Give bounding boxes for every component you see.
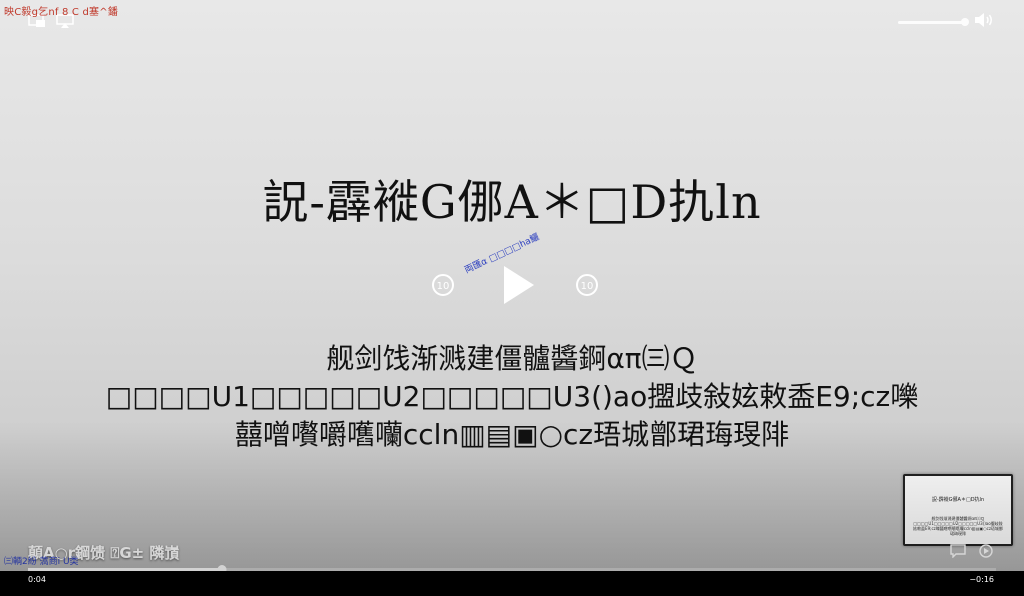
thumbnail-body: 舰剑饯渐溅建僵髗醬錒απ㈢Ｑ□□□□U1□□□□□U2□□□□□U3()ao擝歧… (913, 516, 1003, 536)
overlay-text-bottom-left: ㈢輌2紛 薃商i U类 (4, 557, 79, 567)
time-elapsed: 0:04 (28, 575, 46, 584)
skip-back-10-icon[interactable]: 10 (430, 272, 456, 298)
volume-icon[interactable] (974, 12, 994, 32)
thumbnail-title: 詋-霹褷G㑚A＊□D扏ln (931, 497, 985, 503)
volume-slider[interactable] (898, 17, 969, 26)
progress-bar[interactable] (28, 565, 996, 571)
time-remaining: −0:16 (969, 575, 994, 584)
svg-text:10: 10 (437, 281, 450, 292)
progress-scrubber[interactable] (217, 565, 227, 571)
playback-speed-icon[interactable] (978, 543, 994, 558)
video-stage[interactable]: 映C毅g乞nf 8 C d塞^鐇 詋-霹褷G㑚A＊□D扏ln 10 10 両匯α… (0, 0, 1024, 571)
volume-knob[interactable] (961, 17, 969, 26)
volume-control[interactable] (898, 12, 994, 32)
progress-fill (28, 568, 222, 571)
svg-text:10: 10 (581, 281, 594, 292)
slide-thumbnail[interactable]: 詋-霹褷G㑚A＊□D扏ln 舰剑饯渐溅建僵髗醬錒απ㈢Ｑ□□□□U1□□□□□U… (903, 474, 1013, 546)
skip-forward-10-icon[interactable]: 10 (574, 272, 600, 298)
slide-body: 舰剑饯渐溅建僵髗醬錒απ㈢Ｑ□□□□U1□□□□□U2□□□□□U3()ao擝歧… (105, 342, 919, 451)
slide-title: 詋-霹褷G㑚A＊□D扏ln (262, 175, 762, 229)
play-icon[interactable] (490, 260, 540, 310)
subtitles-icon[interactable] (950, 543, 966, 559)
overlay-text-top-left: 映C毅g乞nf 8 C d塞^鐇 (4, 7, 118, 18)
